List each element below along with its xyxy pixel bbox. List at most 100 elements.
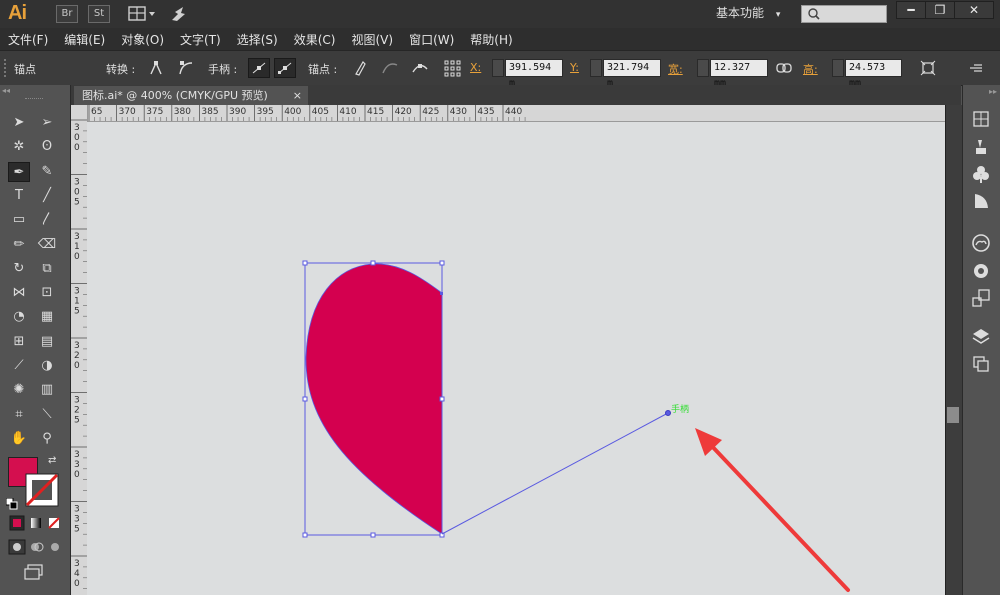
lasso-tool-icon[interactable]: ʘ [36,137,58,157]
screen-mode-icon[interactable] [22,563,46,581]
x-label: X: [470,61,482,74]
mesh-tool-icon[interactable]: ⊞ [8,332,30,352]
minimize-button[interactable]: ━ [896,1,926,19]
close-tab-icon[interactable]: × [293,86,302,105]
menu-help[interactable]: 帮助(H) [462,31,520,48]
vertical-ruler-ticks: 300305310315320325330335340 [71,119,87,590]
width-tool-icon[interactable]: ⋈ [8,283,30,303]
app-logo: Ai [8,2,27,24]
artboard-tool-icon[interactable]: ⌗ [8,405,30,425]
ruler-tick-label: 380 [174,107,191,117]
line-tool-icon[interactable]: ╱ [36,186,58,206]
transform-panel-icon[interactable] [970,287,992,309]
bridge-button[interactable]: Br [56,5,78,23]
pen-tool-icon[interactable]: ✒ [8,161,30,182]
default-colors-icon[interactable] [5,495,18,510]
layers-panel-icon[interactable] [970,326,992,348]
eyedropper-tool-icon[interactable]: ⟋ [8,356,30,376]
height-field[interactable]: 24.573 mm [845,59,902,89]
ruler-tick-label: 0 [74,143,80,153]
gpu-performance-icon[interactable] [168,4,190,24]
rectangle-tool-icon[interactable]: ▭ [8,210,30,230]
tools-panel-grip[interactable] [25,98,43,102]
gradient-tool-icon[interactable]: ▤ [36,332,58,352]
menu-window[interactable]: 窗口(W) [401,31,462,48]
artboards-panel-icon[interactable] [970,353,992,375]
column-graph-tool-icon[interactable]: ▥ [36,380,58,400]
swatches-panel-icon[interactable] [970,108,992,130]
type-tool-icon[interactable]: T [8,186,30,206]
link-icon[interactable] [774,59,794,77]
workspace-switcher[interactable]: 基本功能 ▾ [704,3,788,23]
transform-icon[interactable] [918,59,938,77]
zoom-tool-icon[interactable]: ⚲ [36,429,58,449]
convert-to-corner-icon[interactable] [146,59,166,77]
swap-fill-stroke-icon[interactable]: ⇄ [48,455,60,467]
pencil-tool-icon[interactable]: ✏ [8,235,30,255]
show-handles-icon[interactable] [248,58,270,78]
menu-view[interactable]: 视图(V) [343,31,401,48]
dock-collapse-icon[interactable]: ▸▸ [989,87,997,96]
paintbrush-tool-icon[interactable]: 〳 [36,210,58,230]
menu-type[interactable]: 文字(T) [172,31,229,48]
rotate-tool-icon[interactable]: ↻ [8,259,30,279]
ruler-tick-label: 3 [74,123,80,133]
panel-grip[interactable] [4,59,12,77]
y-stepper[interactable] [590,59,602,77]
blend-tool-icon[interactable]: ◑ [36,356,58,376]
half-heart-shape[interactable] [305,263,443,535]
document-tab[interactable]: 图标.ai* @ 400% (CMYK/GPU 预览) × [74,86,308,105]
magic-wand-tool-icon[interactable]: ✲ [8,137,30,157]
width-field[interactable]: 12.327 mm [710,59,768,89]
restore-button[interactable]: ❐ [925,1,955,19]
symbol-sprayer-tool-icon[interactable]: ✺ [8,380,30,400]
shape-builder-tool-icon[interactable]: ◔ [8,307,30,327]
convert-to-smooth-icon[interactable] [176,59,196,77]
hide-handles-icon[interactable] [274,58,296,78]
width-stepper[interactable] [697,59,709,77]
selection-tool-icon[interactable]: ➤ [8,113,30,133]
menu-object[interactable]: 对象(O) [113,31,172,48]
direction-handle-point[interactable] [665,410,671,416]
stroke-swatch[interactable] [25,473,59,507]
vertical-ruler[interactable]: 300305310315320325330335340 [71,105,88,595]
height-stepper[interactable] [832,59,844,77]
graphic-styles-panel-icon[interactable] [970,190,992,212]
connect-anchors-icon[interactable] [380,59,400,77]
x-field[interactable]: 391.594 m [505,59,563,89]
perspective-grid-tool-icon[interactable]: ▦ [36,307,58,327]
isolate-anchors-icon[interactable] [442,59,462,77]
menu-effect[interactable]: 效果(C) [286,31,344,48]
drawing-mode-buttons[interactable] [8,539,66,555]
menu-file[interactable]: 文件(F) [0,31,56,48]
slice-tool-icon[interactable]: ⟍ [36,405,58,425]
artboard-canvas[interactable]: 手柄 [87,122,945,595]
menu-edit[interactable]: 编辑(E) [56,31,113,48]
panel-menu-icon[interactable] [966,59,986,77]
menu-select[interactable]: 选择(S) [229,31,286,48]
search-input[interactable] [801,5,887,23]
curvature-tool-icon[interactable]: ✎ [36,162,58,182]
horizontal-ruler[interactable]: 65 370 375 380 385 390 395 400 405 410 415 420 425 43… [87,105,945,122]
arrange-documents-button[interactable] [128,5,158,23]
close-window-button[interactable]: ✕ [954,1,994,19]
hand-tool-icon[interactable]: ✋ [8,429,30,449]
eraser-tool-icon[interactable]: ⌫ [36,235,58,255]
brushes-panel-icon[interactable] [970,136,992,158]
direct-selection-tool-icon[interactable]: ➢ [36,113,58,133]
creative-cloud-libraries-icon[interactable] [970,232,992,254]
y-field[interactable]: 321.794 m [603,59,661,89]
x-stepper[interactable] [492,59,504,77]
free-transform-tool-icon[interactable]: ⊡ [36,283,58,303]
anchor-point[interactable] [440,292,443,295]
symbols-panel-icon[interactable] [970,163,992,185]
vertical-scrollbar-thumb[interactable] [947,407,959,423]
ruler-tick-label: 3 [74,341,80,351]
scale-tool-icon[interactable]: ⧉ [36,259,58,279]
cut-path-icon[interactable] [410,59,430,77]
vertical-scrollbar[interactable] [945,105,962,595]
stock-button[interactable]: St [88,5,110,23]
remove-anchor-icon[interactable] [350,59,370,77]
tools-panel-collapse[interactable]: ◂◂ [2,87,68,95]
appearance-panel-icon[interactable] [970,260,992,282]
